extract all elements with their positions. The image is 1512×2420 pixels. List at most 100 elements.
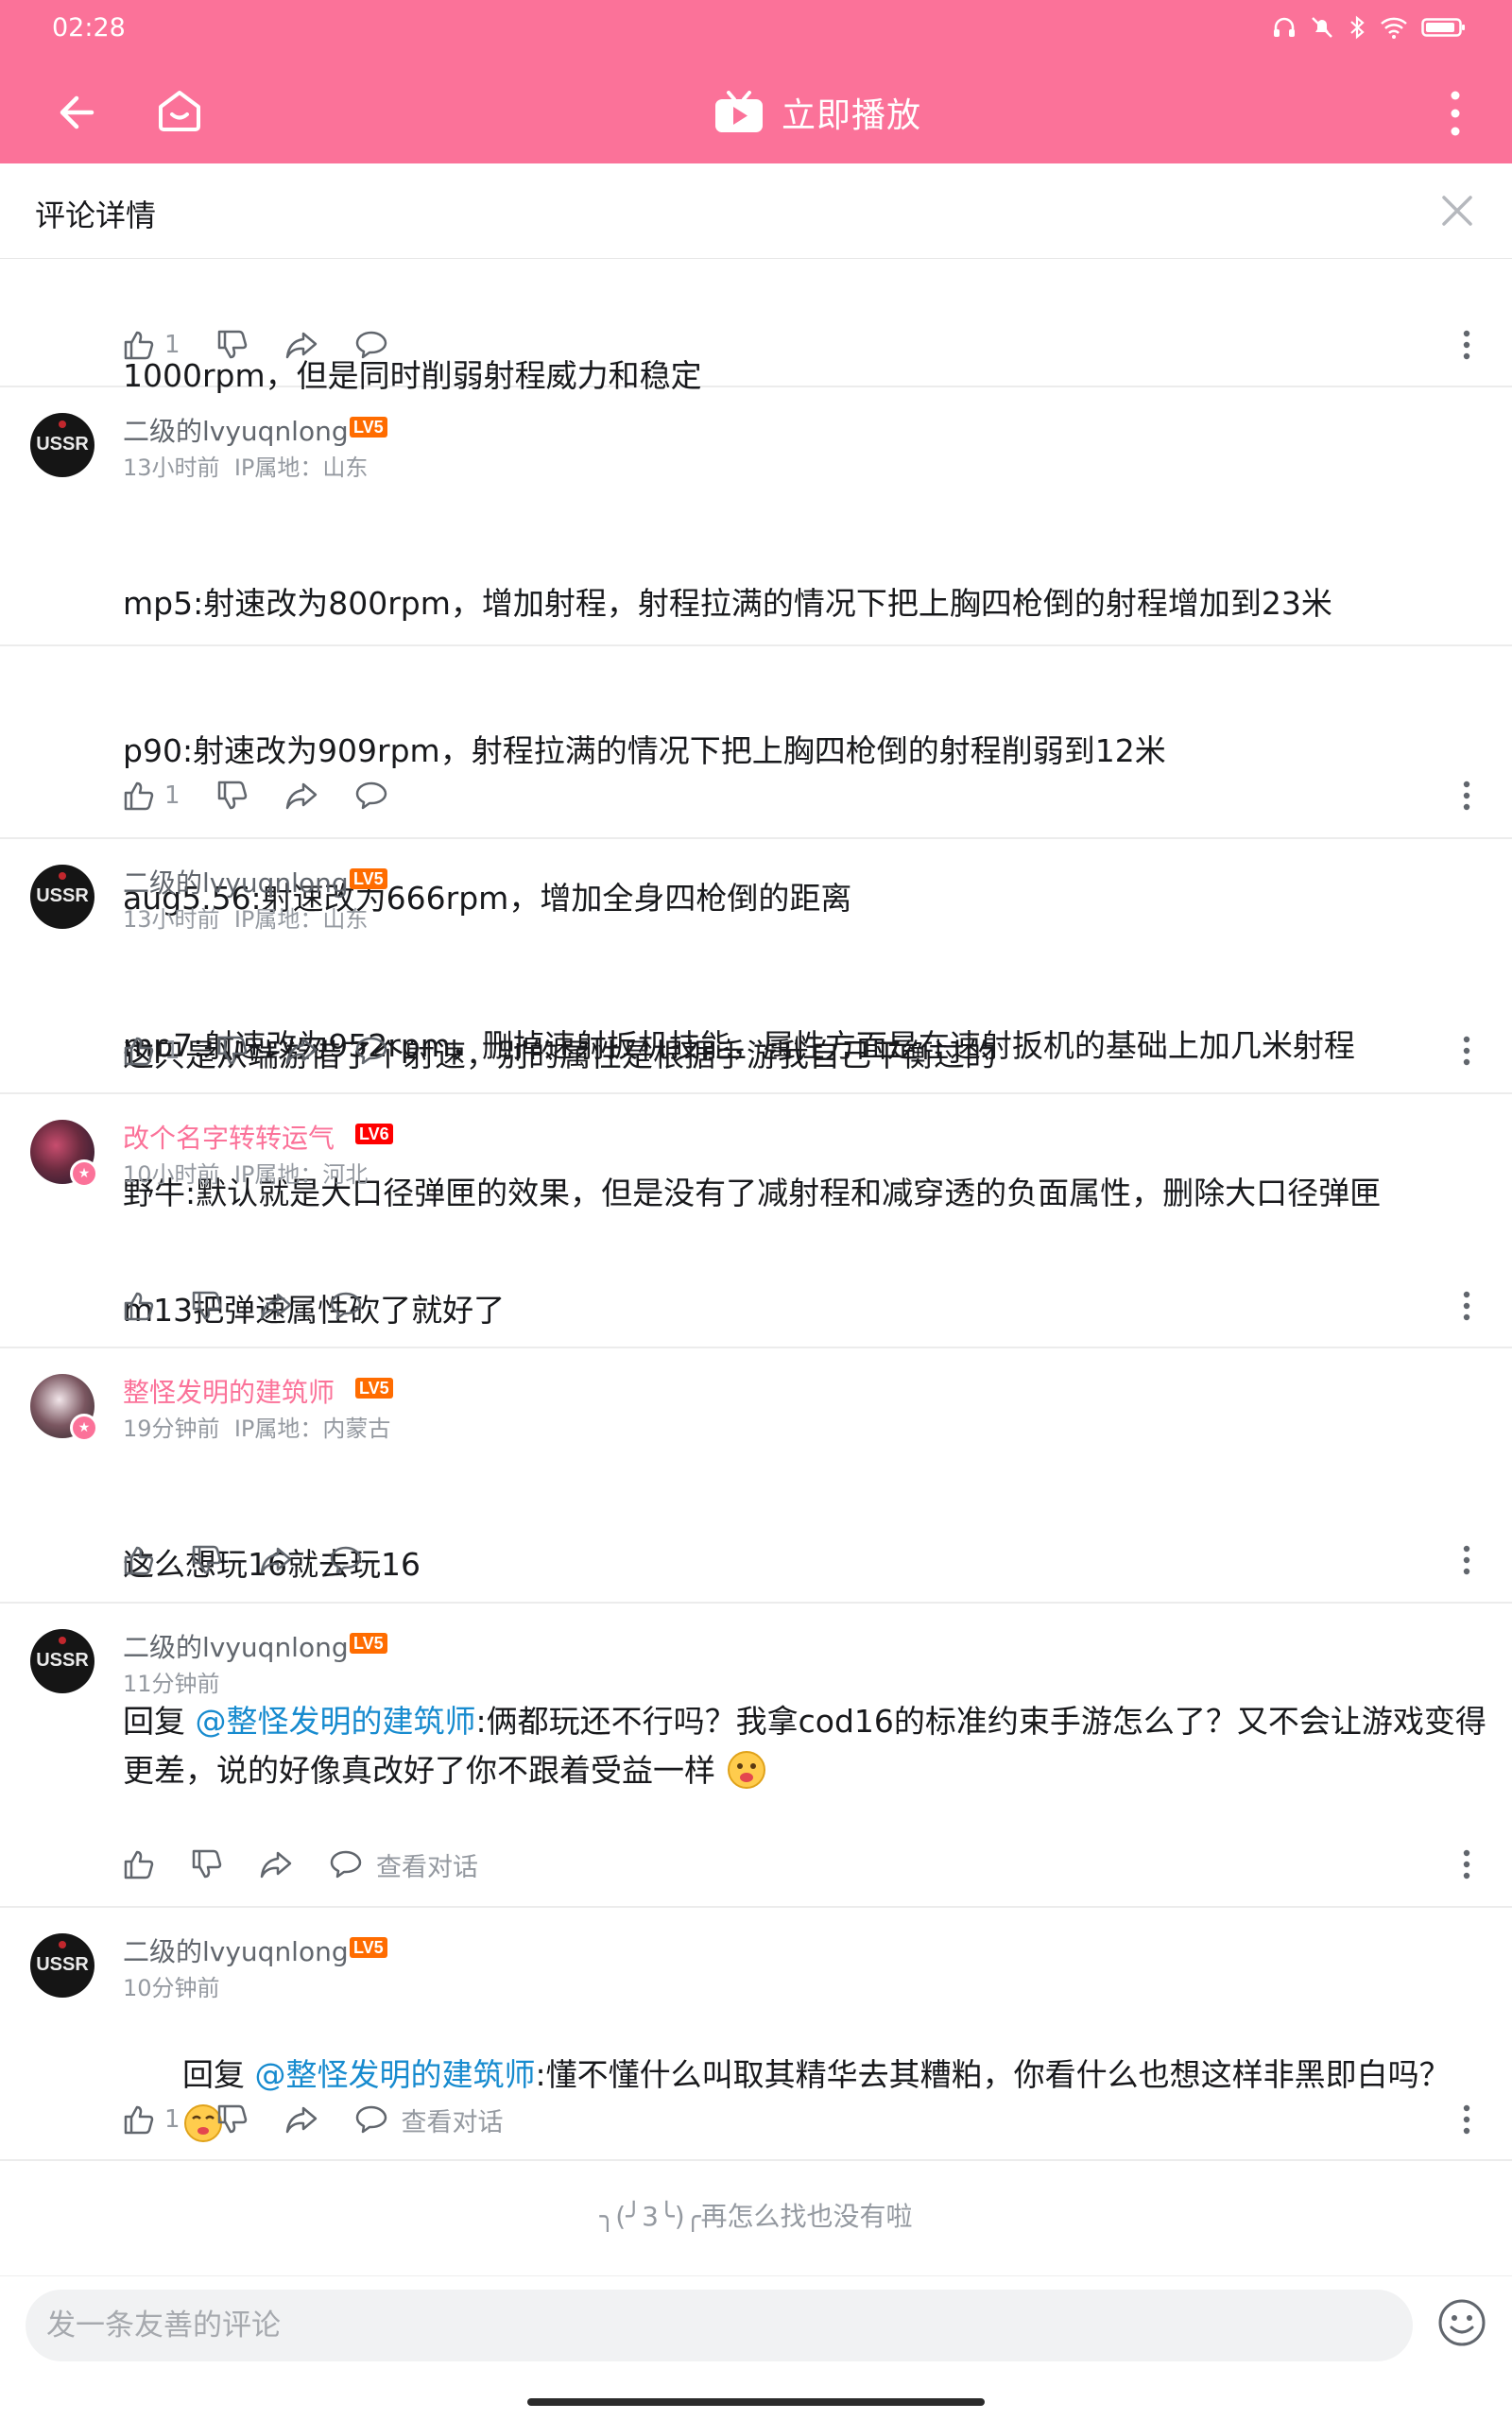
avatar[interactable]: USSR xyxy=(30,1933,94,1998)
reply-button[interactable] xyxy=(329,1290,363,1322)
dislike-button[interactable] xyxy=(191,1544,223,1576)
like-button[interactable]: 1 xyxy=(123,329,180,361)
comment-more-button[interactable] xyxy=(1457,1845,1476,1883)
share-button[interactable] xyxy=(284,329,318,361)
comment-meta: 13小时前 IP属地：山东 xyxy=(123,455,369,481)
page-title: 评论详情 xyxy=(35,197,157,233)
comment-meta: 11分钟前 xyxy=(123,1671,220,1697)
thumbs-down-icon xyxy=(217,1036,247,1065)
share-arrow-icon xyxy=(260,1547,292,1574)
comment-more-button[interactable] xyxy=(1457,1287,1476,1325)
thumbs-up-icon xyxy=(124,331,154,360)
comment-more-button[interactable] xyxy=(1457,777,1476,815)
like-count: 1 xyxy=(164,1037,180,1065)
avatar[interactable]: ★ xyxy=(30,1374,98,1442)
home-icon xyxy=(159,91,200,131)
share-button[interactable] xyxy=(259,1544,293,1576)
dislike-button[interactable] xyxy=(216,1035,249,1067)
comment-item: USSR 二级的lvyuqnlong LV5 11分钟前 回复 @整怪发明的建筑… xyxy=(0,1603,1512,1908)
more-vertical-icon xyxy=(1451,91,1460,136)
like-count: 1 xyxy=(164,781,180,810)
reply-button[interactable]: 查看对话 xyxy=(354,2102,504,2138)
share-button[interactable] xyxy=(284,1035,318,1067)
comment-actions: 1 xyxy=(123,326,424,364)
tv-play-icon xyxy=(715,91,763,132)
reply-button[interactable]: 查看对话 xyxy=(329,1846,478,1883)
share-arrow-icon xyxy=(285,2106,317,2134)
comment-actions: 1 查看对话 xyxy=(123,2101,540,2138)
play-now-button[interactable]: 立即播放 xyxy=(713,84,921,141)
comment-text: 回复 @整怪发明的建筑师:懂不懂什么叫取其精华去其糟粕，你看什么也想这样非黑即白… xyxy=(123,2001,1451,2198)
dislike-button[interactable] xyxy=(191,1290,223,1322)
avatar[interactable]: USSR xyxy=(30,865,94,929)
dislike-button[interactable] xyxy=(216,780,249,812)
emoji-button[interactable] xyxy=(1435,2295,1489,2350)
level-badge: LV5 xyxy=(350,1633,387,1654)
more-vertical-icon xyxy=(1463,2104,1470,2135)
avatar[interactable]: USSR xyxy=(30,1629,94,1693)
like-button[interactable] xyxy=(123,1848,155,1880)
reply-button[interactable] xyxy=(329,1544,363,1576)
share-arrow-icon xyxy=(260,1293,292,1320)
mention-link[interactable]: @整怪发明的建筑师 xyxy=(196,1703,476,1740)
username[interactable]: 改个名字转转运气 xyxy=(123,1118,335,1156)
mention-link[interactable]: @整怪发明的建筑师 xyxy=(254,2056,535,2093)
speech-bubble-icon xyxy=(355,331,387,359)
avatar[interactable]: USSR xyxy=(30,413,94,477)
username[interactable]: 二级的lvyuqnlong xyxy=(123,411,349,449)
like-count: 1 xyxy=(164,2105,180,2134)
thumbs-down-icon xyxy=(192,1291,222,1320)
comment-more-button[interactable] xyxy=(1457,1541,1476,1579)
share-button[interactable] xyxy=(259,1848,293,1880)
avatar[interactable]: ★ xyxy=(30,1120,98,1188)
username[interactable]: 二级的lvyuqnlong xyxy=(123,1627,349,1665)
comment-item: USSR 二级的lvyuqnlong LV5 13小时前 IP属地：山东 mp5… xyxy=(0,386,1512,1211)
share-button[interactable] xyxy=(259,1290,293,1322)
like-button[interactable]: 1 xyxy=(123,780,180,812)
app-bar: 立即播放 xyxy=(0,61,1512,163)
comment-more-button[interactable] xyxy=(1457,2101,1476,2138)
like-button[interactable]: 1 xyxy=(123,2103,180,2136)
thumbs-up-icon xyxy=(124,2105,154,2135)
username[interactable]: 二级的lvyuqnlong xyxy=(123,863,349,901)
comment-actions: 1 xyxy=(123,1032,424,1070)
reply-button[interactable] xyxy=(354,780,388,812)
back-button[interactable] xyxy=(52,84,109,141)
speech-bubble-icon xyxy=(330,1850,362,1879)
status-bar: 02:28 xyxy=(0,0,1512,61)
view-dialog-link[interactable]: 查看对话 xyxy=(376,1846,478,1883)
dislike-button[interactable] xyxy=(216,2103,249,2136)
share-button[interactable] xyxy=(284,780,318,812)
username[interactable]: 二级的lvyuqnlong xyxy=(123,1931,349,1969)
comment-more-button[interactable] xyxy=(1457,1032,1476,1070)
smiley-icon xyxy=(1438,2299,1486,2346)
dislike-button[interactable] xyxy=(191,1848,223,1880)
level-badge: LV5 xyxy=(350,868,387,889)
like-button[interactable]: 1 xyxy=(123,1035,180,1067)
home-indicator[interactable] xyxy=(527,2398,985,2406)
dislike-button[interactable] xyxy=(216,329,249,361)
comment-input-bar xyxy=(0,2275,1512,2420)
comment-meta: 19分钟前 IP属地：内蒙古 xyxy=(123,1416,391,1442)
comment-list[interactable]: 1000rpm，但是同时削弱射程威力和稳定 1 USSR 二级的lvyuqnlo… xyxy=(0,259,1512,2275)
like-button[interactable] xyxy=(123,1544,155,1576)
like-button[interactable] xyxy=(123,1290,155,1322)
comment-input[interactable] xyxy=(26,2290,1413,2361)
comment-item: USSR 二级的lvyuqnlong LV5 10分钟前 回复 @整怪发明的建筑… xyxy=(0,1907,1512,2161)
battery-icon xyxy=(1421,18,1465,37)
more-vertical-icon xyxy=(1463,1545,1470,1575)
close-button[interactable] xyxy=(1431,184,1484,237)
home-button[interactable] xyxy=(151,82,208,139)
more-options-button[interactable] xyxy=(1436,80,1474,146)
share-button[interactable] xyxy=(284,2103,318,2136)
comment-actions: 1 xyxy=(123,777,424,815)
level-badge: LV5 xyxy=(350,1937,387,1958)
view-dialog-link[interactable]: 查看对话 xyxy=(402,2102,504,2138)
reply-button[interactable] xyxy=(354,1035,388,1067)
wifi-icon xyxy=(1381,17,1407,39)
share-arrow-icon xyxy=(285,1038,317,1065)
username[interactable]: 整怪发明的建筑师 xyxy=(123,1372,335,1410)
speech-bubble-icon xyxy=(330,1292,362,1320)
reply-button[interactable] xyxy=(354,329,388,361)
comment-more-button[interactable] xyxy=(1457,326,1476,364)
